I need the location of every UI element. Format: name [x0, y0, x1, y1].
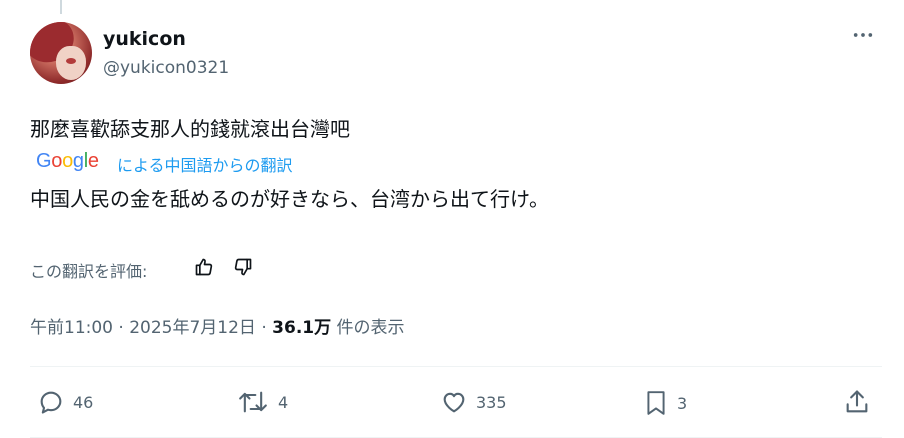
- post-original-text: 那麼喜歡舔支那人的錢就滾出台灣吧: [30, 117, 350, 141]
- post-translated-text: 中国人民の金を舐めるのが好きなら、台湾から出て行け。: [30, 187, 549, 211]
- heart-icon: [443, 392, 465, 413]
- view-count-label: 件の表示: [331, 318, 405, 338]
- repost-icon: [239, 391, 267, 413]
- avatar[interactable]: [30, 22, 92, 84]
- translation-source-link[interactable]: による中国語からの翻訳: [117, 152, 293, 176]
- rate-translation-label: この翻訳を評価:: [30, 262, 148, 281]
- post-date[interactable]: 2025年7月12日: [129, 318, 256, 338]
- thread-connector-line: [60, 0, 62, 14]
- bookmark-button[interactable]: 3: [643, 388, 687, 418]
- like-count: 335: [476, 392, 507, 412]
- user-handle[interactable]: @yukicon0321: [103, 58, 229, 78]
- meta-separator: ·: [255, 318, 273, 338]
- like-button[interactable]: 335: [440, 388, 507, 416]
- post-meta: 午前11:00 · 2025年7月12日 · 36.1万 件の表示: [30, 313, 405, 338]
- more-horizontal-icon: [853, 33, 873, 37]
- thumbs-down-button[interactable]: [231, 255, 255, 279]
- reply-button[interactable]: 46: [37, 388, 93, 416]
- repost-button[interactable]: 4: [236, 388, 288, 416]
- divider: [30, 366, 882, 367]
- thumbs-up-icon: [195, 258, 213, 276]
- reply-count: 46: [73, 392, 94, 412]
- bookmark-count: 3: [677, 393, 688, 413]
- display-name[interactable]: yukicon: [103, 28, 186, 50]
- bookmark-icon: [647, 391, 665, 415]
- google-logo: Google: [36, 150, 99, 172]
- thumbs-down-icon: [234, 258, 252, 276]
- repost-count: 4: [278, 392, 289, 412]
- post-time[interactable]: 午前11:00: [30, 318, 113, 338]
- more-options-button[interactable]: [852, 24, 874, 51]
- reply-icon: [40, 391, 62, 414]
- share-button[interactable]: [843, 388, 871, 416]
- view-count: 36.1万: [272, 318, 332, 338]
- thumbs-up-button[interactable]: [192, 255, 216, 279]
- share-icon: [846, 390, 868, 413]
- meta-separator: ·: [113, 318, 130, 338]
